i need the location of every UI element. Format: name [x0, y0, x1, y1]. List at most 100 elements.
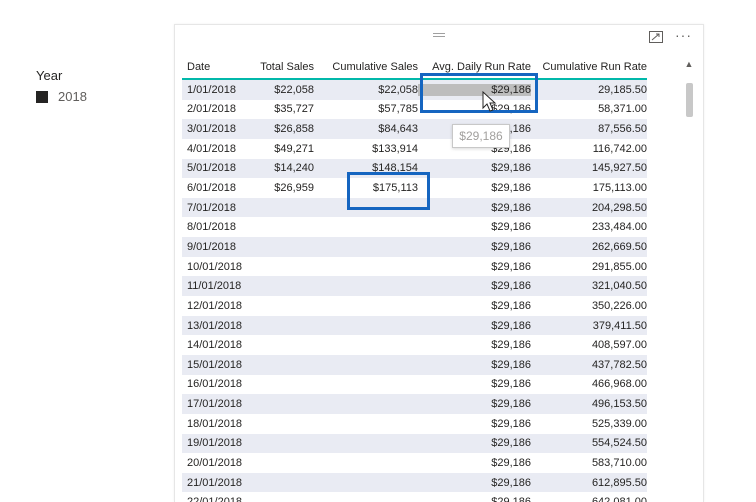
- cell-avg-daily-run-rate[interactable]: $29,186: [418, 398, 531, 410]
- table-row[interactable]: 20/01/2018 $29,186 583,710.00: [182, 453, 647, 473]
- cell-date[interactable]: 3/01/2018: [182, 123, 255, 135]
- column-header-cumulative-sales[interactable]: Cumulative Sales: [314, 61, 418, 73]
- slicer-item-2018[interactable]: 2018: [36, 89, 87, 104]
- cell-total-sales[interactable]: $26,858: [255, 123, 314, 135]
- cell-date[interactable]: 8/01/2018: [182, 221, 255, 233]
- cell-total-sales[interactable]: $35,727: [255, 103, 314, 115]
- cell-date[interactable]: 13/01/2018: [182, 320, 255, 332]
- cell-date[interactable]: 19/01/2018: [182, 437, 255, 449]
- cell-cumulative-run-rate[interactable]: 583,710.00: [531, 457, 647, 469]
- more-options-icon[interactable]: ···: [675, 28, 692, 42]
- cell-cumulative-run-rate[interactable]: 262,669.50: [531, 241, 647, 253]
- cell-avg-daily-run-rate[interactable]: $29,186: [418, 202, 531, 214]
- cell-date[interactable]: 9/01/2018: [182, 241, 255, 253]
- cell-cumulative-sales[interactable]: $57,785: [314, 103, 418, 115]
- cell-avg-daily-run-rate[interactable]: $29,186: [418, 496, 531, 502]
- cell-cumulative-run-rate[interactable]: 116,742.00: [531, 143, 647, 155]
- cell-cumulative-sales[interactable]: $22,058: [314, 84, 418, 96]
- cell-avg-daily-run-rate[interactable]: $29,186: [418, 221, 531, 233]
- focus-mode-icon[interactable]: [649, 31, 663, 43]
- cell-avg-daily-run-rate[interactable]: $29,186: [418, 182, 531, 194]
- cell-cumulative-sales[interactable]: $84,643: [314, 123, 418, 135]
- column-header-avg-daily-run-rate[interactable]: Avg. Daily Run Rate: [418, 61, 531, 73]
- cell-cumulative-run-rate[interactable]: 496,153.50: [531, 398, 647, 410]
- cell-cumulative-run-rate[interactable]: 175,113.00: [531, 182, 647, 194]
- table-row[interactable]: 1/01/2018 $22,058 $22,058 $29,186 29,185.50: [182, 80, 647, 100]
- cell-avg-daily-run-rate[interactable]: $29,186: [418, 241, 531, 253]
- cell-total-sales[interactable]: $26,959: [255, 182, 314, 194]
- cell-avg-daily-run-rate[interactable]: $29,186: [418, 457, 531, 469]
- table-row[interactable]: 3/01/2018 $26,858 $84,643 $29,186 87,556.50: [182, 119, 647, 139]
- table-row[interactable]: 19/01/2018 $29,186 554,524.50: [182, 433, 647, 454]
- table-row[interactable]: 15/01/2018 $29,186 437,782.50: [182, 354, 647, 375]
- cell-cumulative-run-rate[interactable]: 58,371.00: [531, 103, 647, 115]
- cell-cumulative-run-rate[interactable]: 379,411.50: [531, 320, 647, 332]
- cell-cumulative-run-rate[interactable]: 408,597.00: [531, 339, 647, 351]
- cell-cumulative-run-rate[interactable]: 350,226.00: [531, 300, 647, 312]
- cell-avg-daily-run-rate[interactable]: $29,186: [418, 300, 531, 312]
- cell-avg-daily-run-rate[interactable]: $29,186: [418, 418, 531, 430]
- cell-date[interactable]: 15/01/2018: [182, 359, 255, 371]
- cell-cumulative-run-rate[interactable]: 525,339.00: [531, 418, 647, 430]
- column-header-date[interactable]: Date: [182, 61, 255, 73]
- cell-date[interactable]: 18/01/2018: [182, 418, 255, 430]
- cell-avg-daily-run-rate[interactable]: $29,186: [418, 261, 531, 273]
- table-row[interactable]: 18/01/2018 $29,186 525,339.00: [182, 414, 647, 434]
- cell-avg-daily-run-rate[interactable]: $29,186: [418, 162, 531, 174]
- cell-cumulative-run-rate[interactable]: 87,556.50: [531, 123, 647, 135]
- cell-date[interactable]: 4/01/2018: [182, 143, 255, 155]
- cell-cumulative-run-rate[interactable]: 554,524.50: [531, 437, 647, 449]
- cell-date[interactable]: 16/01/2018: [182, 378, 255, 390]
- cell-date[interactable]: 17/01/2018: [182, 398, 255, 410]
- cell-date[interactable]: 10/01/2018: [182, 261, 255, 273]
- table-row[interactable]: 21/01/2018 $29,186 612,895.50: [182, 472, 647, 493]
- table-row[interactable]: 8/01/2018 $29,186 233,484.00: [182, 217, 647, 237]
- cell-total-sales[interactable]: $22,058: [255, 84, 314, 96]
- table-row[interactable]: 11/01/2018 $29,186 321,040.50: [182, 276, 647, 297]
- slicer-checkbox-icon[interactable]: [36, 90, 48, 103]
- cell-cumulative-run-rate[interactable]: 642,081.00: [531, 496, 647, 502]
- scroll-thumb[interactable]: [686, 83, 693, 117]
- table-row[interactable]: 12/01/2018 $29,186 350,226.00: [182, 296, 647, 316]
- cell-cumulative-run-rate[interactable]: 321,040.50: [531, 280, 647, 292]
- cell-date[interactable]: 22/01/2018: [182, 496, 255, 502]
- cell-cumulative-sales[interactable]: $133,914: [314, 143, 418, 155]
- table-row[interactable]: 9/01/2018 $29,186 262,669.50: [182, 237, 647, 257]
- cell-avg-daily-run-rate[interactable]: $29,186: [418, 339, 531, 351]
- cell-avg-daily-run-rate[interactable]: $29,186: [418, 320, 531, 332]
- cell-date[interactable]: 21/01/2018: [182, 477, 255, 489]
- table-row[interactable]: 16/01/2018 $29,186 466,968.00: [182, 375, 647, 395]
- cell-total-sales[interactable]: $49,271: [255, 143, 314, 155]
- cell-date[interactable]: 7/01/2018: [182, 202, 255, 214]
- cell-cumulative-run-rate[interactable]: 29,185.50: [531, 84, 647, 96]
- cell-cumulative-run-rate[interactable]: 204,298.50: [531, 202, 647, 214]
- cell-cumulative-run-rate[interactable]: 437,782.50: [531, 359, 647, 371]
- table-row[interactable]: 17/01/2018 $29,186 496,153.50: [182, 394, 647, 414]
- cell-avg-daily-run-rate[interactable]: $29,186: [418, 280, 531, 292]
- column-header-total-sales[interactable]: Total Sales: [255, 61, 314, 73]
- cell-avg-daily-run-rate[interactable]: $29,186: [418, 477, 531, 489]
- table-row[interactable]: 13/01/2018 $29,186 379,411.50: [182, 315, 647, 336]
- cell-date[interactable]: 1/01/2018: [182, 84, 255, 96]
- column-header-cumulative-run-rate[interactable]: Cumulative Run Rate: [531, 61, 647, 73]
- table-row[interactable]: 2/01/2018 $35,727 $57,785 $29,186 58,371.00: [182, 100, 647, 120]
- cell-cumulative-run-rate[interactable]: 466,968.00: [531, 378, 647, 390]
- cell-date[interactable]: 2/01/2018: [182, 103, 255, 115]
- table-row[interactable]: 4/01/2018 $49,271 $133,914 $29,186 116,742.0…: [182, 139, 647, 159]
- cell-cumulative-run-rate[interactable]: 291,855.00: [531, 261, 647, 273]
- cell-avg-daily-run-rate[interactable]: $29,186: [418, 378, 531, 390]
- cell-cumulative-run-rate[interactable]: 612,895.50: [531, 477, 647, 489]
- cell-total-sales[interactable]: $14,240: [255, 162, 314, 174]
- cell-cumulative-run-rate[interactable]: 233,484.00: [531, 221, 647, 233]
- table-row[interactable]: 14/01/2018 $29,186 408,597.00: [182, 335, 647, 355]
- cell-avg-daily-run-rate[interactable]: $29,186: [418, 437, 531, 449]
- cell-avg-daily-run-rate[interactable]: $29,186: [418, 359, 531, 371]
- cell-date[interactable]: 14/01/2018: [182, 339, 255, 351]
- cell-date[interactable]: 6/01/2018: [182, 182, 255, 194]
- table-row[interactable]: 10/01/2018 $29,186 291,855.00: [182, 257, 647, 277]
- cell-date[interactable]: 20/01/2018: [182, 457, 255, 469]
- cell-date[interactable]: 11/01/2018: [182, 280, 255, 292]
- cell-date[interactable]: 5/01/2018: [182, 162, 255, 174]
- scroll-up-icon[interactable]: ▲: [683, 59, 695, 69]
- cell-date[interactable]: 12/01/2018: [182, 300, 255, 312]
